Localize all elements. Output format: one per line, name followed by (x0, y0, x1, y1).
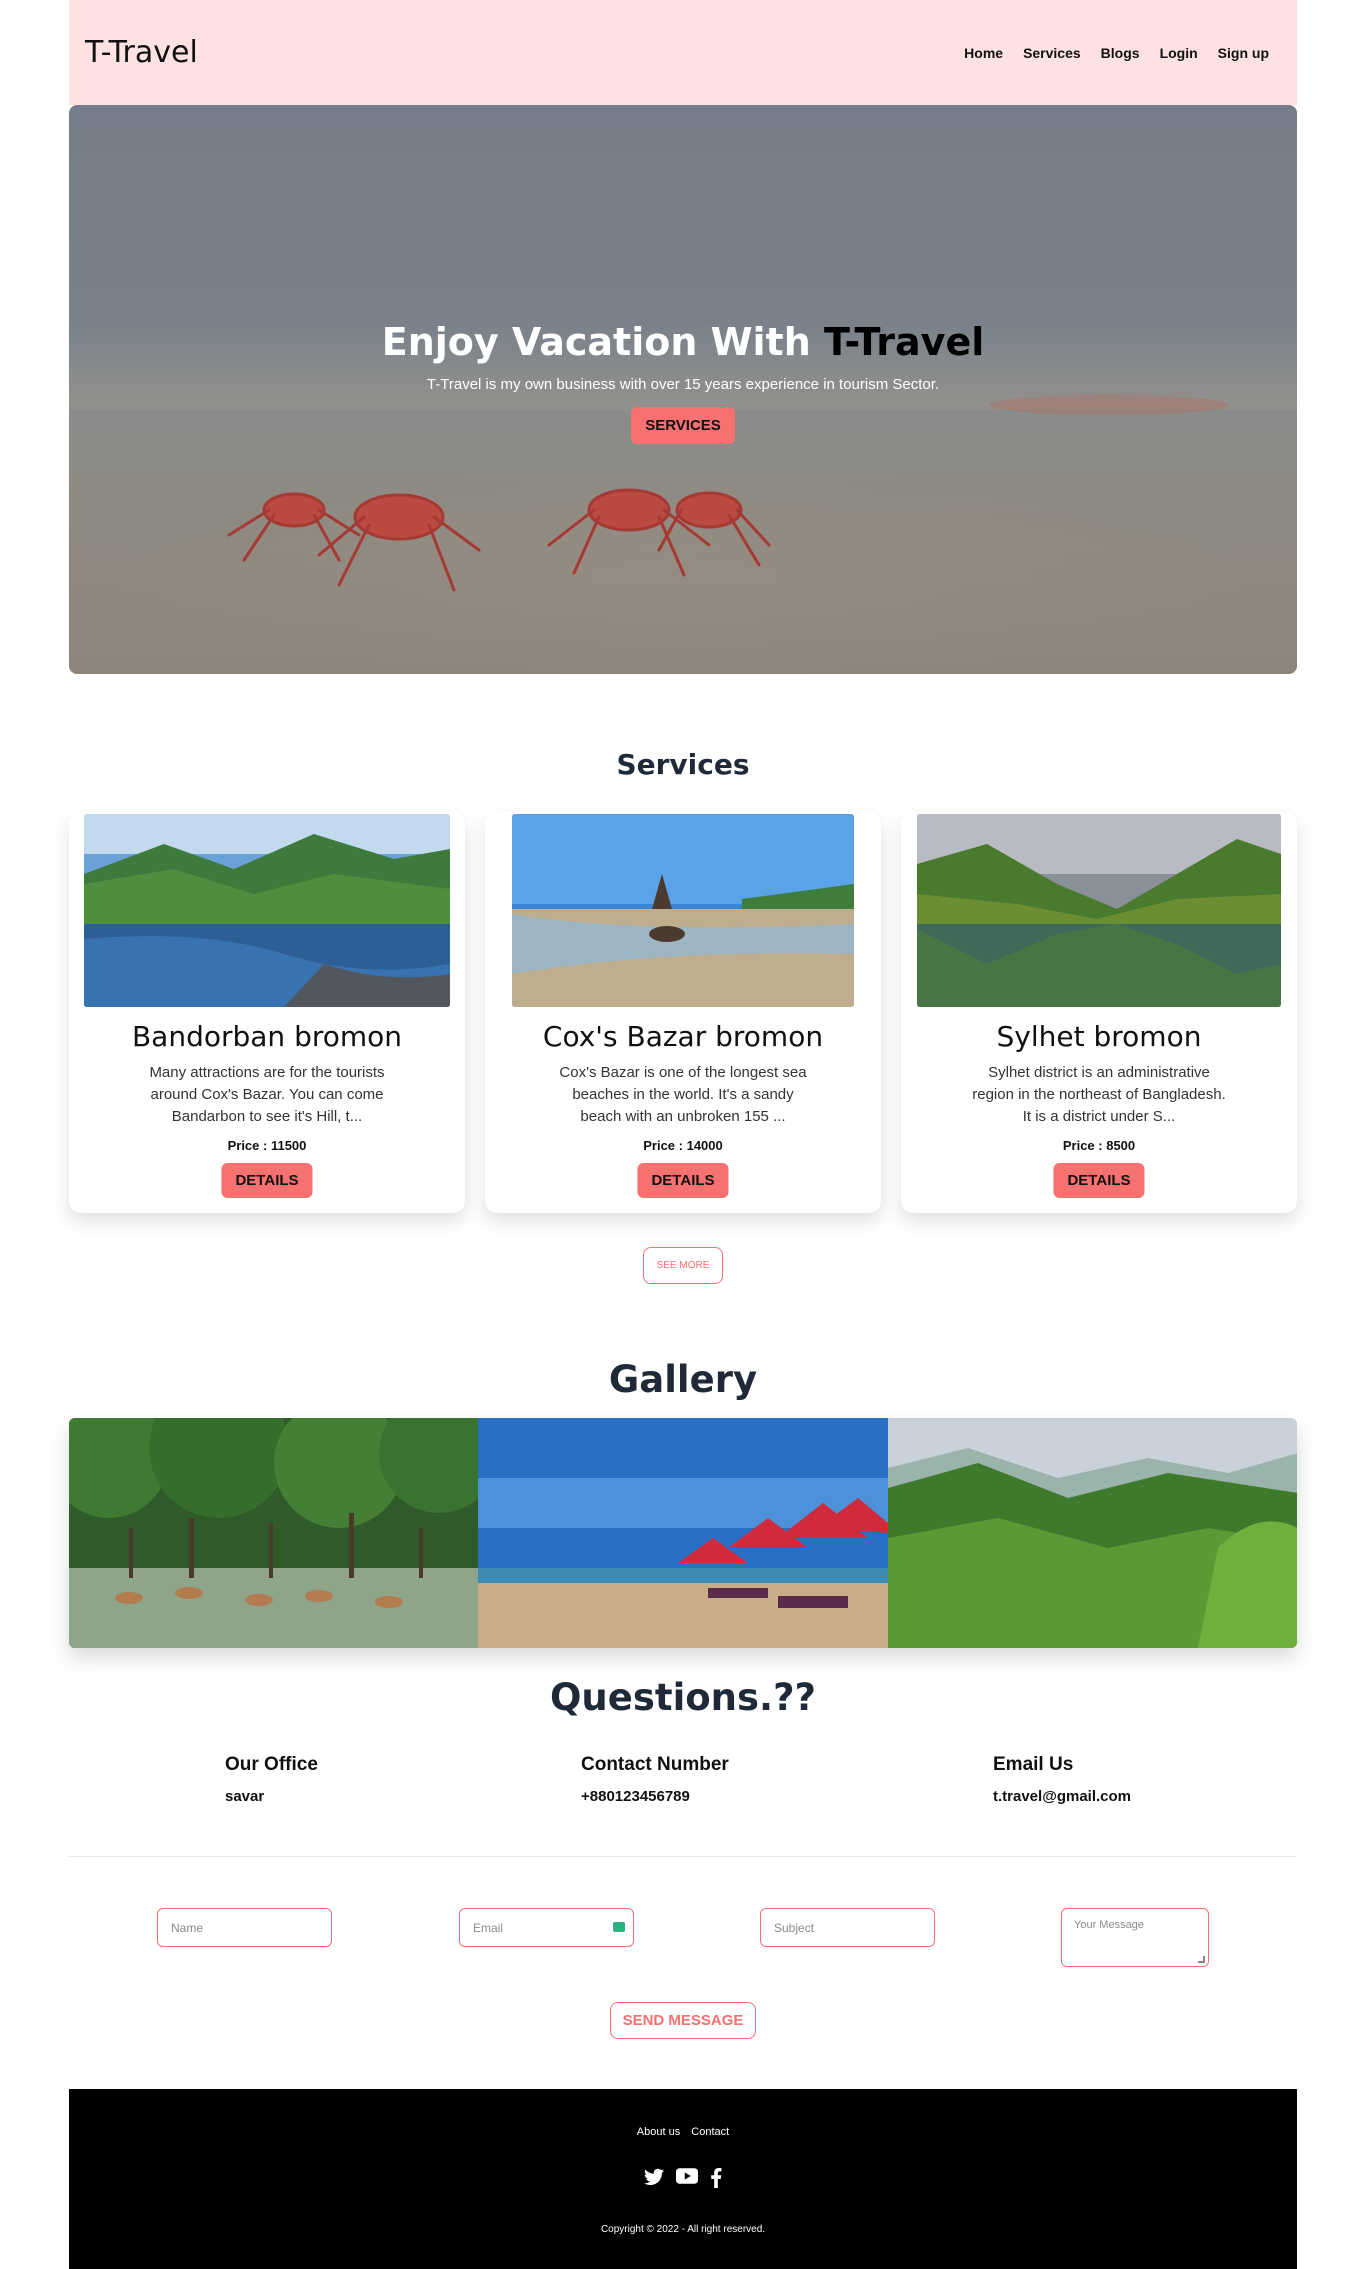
service-price: Price : 14000 (643, 1138, 723, 1153)
details-button[interactable]: DETAILS (1053, 1163, 1145, 1198)
hero-banner: Enjoy Vacation With T-Travel T-Travel is… (69, 105, 1297, 674)
social-icons (69, 2168, 1297, 2188)
lake-mountain-image (917, 814, 1281, 1007)
subject-input[interactable]: Subject (760, 1908, 935, 1947)
questions-heading: Questions.?? (549, 1676, 817, 1719)
service-title: Bandorban bromon (131, 1020, 403, 1053)
twitter-icon[interactable] (644, 2168, 664, 2186)
send-message-button[interactable]: SEND MESSAGE (610, 2002, 756, 2039)
navbar: T-Travel Home Services Blogs Login Sign … (69, 0, 1297, 105)
details-button[interactable]: DETAILS (637, 1163, 729, 1198)
service-card: Cox's Bazar bromon Cox's Bazar is one of… (485, 812, 881, 1213)
nav-signup-link[interactable]: Sign up (1218, 45, 1269, 61)
hero-content: Enjoy Vacation With T-Travel T-Travel is… (69, 320, 1297, 444)
gallery-image-hills[interactable] (887, 1418, 1297, 1648)
email-info: Email Us t.travel@gmail.com (993, 1754, 1131, 1805)
phone-label: Contact Number (581, 1754, 729, 1775)
footer-links: About us Contact (69, 2126, 1297, 2138)
facebook-icon[interactable] (710, 2168, 722, 2188)
beach-umbrellas-image (478, 1418, 888, 1648)
email-value: t.travel@gmail.com (993, 1788, 1132, 1805)
message-placeholder: Your Message (1074, 1919, 1144, 1931)
service-description: Many attractions are for the tourists ar… (149, 1064, 385, 1125)
service-title: Cox's Bazar bromon (542, 1020, 824, 1053)
brand-logo[interactable]: T-Travel (85, 35, 198, 70)
green-hills-image (887, 1418, 1297, 1648)
hero-title-main: Enjoy Vacation With (381, 320, 825, 364)
youtube-icon[interactable] (676, 2168, 698, 2184)
beach-boat-image (512, 814, 854, 1007)
details-button[interactable]: DETAILS (221, 1163, 313, 1198)
nav-home-link[interactable]: Home (964, 45, 1003, 61)
hero-subtitle: T-Travel is my own business with over 15… (426, 376, 940, 393)
gallery-strip (69, 1418, 1297, 1648)
nav-blogs-link[interactable]: Blogs (1101, 45, 1140, 61)
divider (69, 1856, 1297, 1857)
service-price: Price : 8500 (1062, 1138, 1136, 1153)
message-textarea[interactable]: Your Message (1061, 1908, 1209, 1967)
service-image-bandorban (84, 814, 450, 1007)
gallery-heading: Gallery (608, 1358, 758, 1401)
footer-contact-link[interactable]: Contact (691, 2126, 729, 2138)
service-image-sylhet (917, 814, 1281, 1007)
service-description: Cox's Bazar is one of the longest sea be… (559, 1064, 807, 1125)
phone-value: +880123456789 (581, 1788, 690, 1805)
nav-links: Home Services Blogs Login Sign up (964, 45, 1281, 61)
office-label: Our Office (225, 1754, 318, 1775)
footer: About us Contact Copyright © 2022 - All … (69, 2089, 1297, 2269)
email-placeholder: Email (473, 1921, 504, 1935)
service-title: Sylhet bromon (996, 1020, 1202, 1053)
see-more-button[interactable]: SEE MORE (643, 1247, 723, 1284)
hero-services-button[interactable]: SERVICES (631, 407, 735, 444)
nav-login-link[interactable]: Login (1160, 45, 1198, 61)
email-input[interactable]: Email (459, 1908, 634, 1947)
service-price: Price : 11500 (227, 1138, 307, 1153)
office-info: Our Office savar (225, 1754, 318, 1805)
copyright-text: Copyright © 2022 - All right reserved. (600, 2224, 766, 2235)
email-label: Email Us (993, 1754, 1074, 1775)
hero-title: Enjoy Vacation With T-Travel (69, 320, 1297, 364)
name-input[interactable]: Name (157, 1908, 332, 1947)
autofill-icon (613, 1922, 625, 1932)
river-hills-image (84, 814, 450, 1007)
service-image-coxsbazar (512, 814, 854, 1007)
services-cards: Bandorban bromon Many attractions are fo… (69, 812, 1297, 1213)
nav-services-link[interactable]: Services (1023, 45, 1081, 61)
service-card: Bandorban bromon Many attractions are fo… (69, 812, 465, 1213)
gallery-image-beach[interactable] (478, 1418, 888, 1648)
gallery-image-mangrove[interactable] (69, 1418, 479, 1648)
service-card: Sylhet bromon Sylhet district is an admi… (901, 812, 1297, 1213)
hero-title-accent: T-Travel (824, 320, 985, 364)
resize-handle-icon (1198, 1956, 1205, 1963)
mangrove-deer-image (69, 1418, 479, 1648)
services-heading: Services (616, 748, 750, 781)
office-value: savar (225, 1788, 265, 1805)
service-description: Sylhet district is an administrative reg… (972, 1064, 1226, 1125)
phone-info: Contact Number +880123456789 (581, 1754, 729, 1805)
footer-about-link[interactable]: About us (637, 2126, 680, 2138)
